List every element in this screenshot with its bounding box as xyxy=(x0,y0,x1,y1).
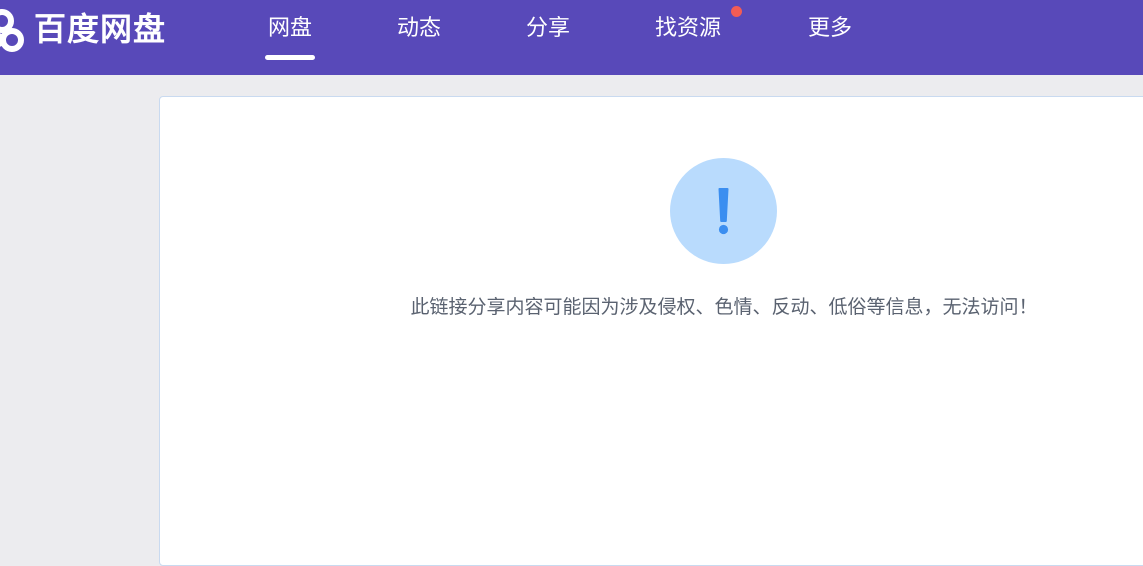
nav-tab-label: 分享 xyxy=(526,16,571,41)
nav-tab-share[interactable]: 分享 xyxy=(526,14,570,44)
top-navigation-bar: 百度网盘 网盘 动态 分享 找资源 更多 xyxy=(0,0,1143,75)
blocked-share-message: 此链接分享内容可能因为涉及侵权、色情、反动、低俗等信息，无法访问！ xyxy=(410,296,1038,318)
nav-tab-netdisk[interactable]: 网盘 xyxy=(265,14,316,60)
notification-dot xyxy=(731,6,742,17)
exclamation-icon xyxy=(718,188,729,235)
nav-tab-find-resources[interactable]: 找资源 xyxy=(655,6,742,44)
active-tab-indicator xyxy=(265,55,316,60)
nav-tab-more[interactable]: 更多 xyxy=(808,14,852,44)
nav-tab-activity[interactable]: 动态 xyxy=(397,14,441,44)
nav-tab-label: 更多 xyxy=(808,16,853,41)
nav-tab-label: 找资源 xyxy=(655,16,722,41)
share-content-panel: 此链接分享内容可能因为涉及侵权、色情、反动、低俗等信息，无法访问！ xyxy=(159,96,1143,566)
nav-tab-label: 动态 xyxy=(397,16,442,41)
brand-name: 百度网盘 xyxy=(34,10,167,48)
baidu-cloud-logo-icon xyxy=(0,9,24,52)
alert-badge xyxy=(670,158,777,264)
nav-tab-label: 网盘 xyxy=(268,16,313,41)
